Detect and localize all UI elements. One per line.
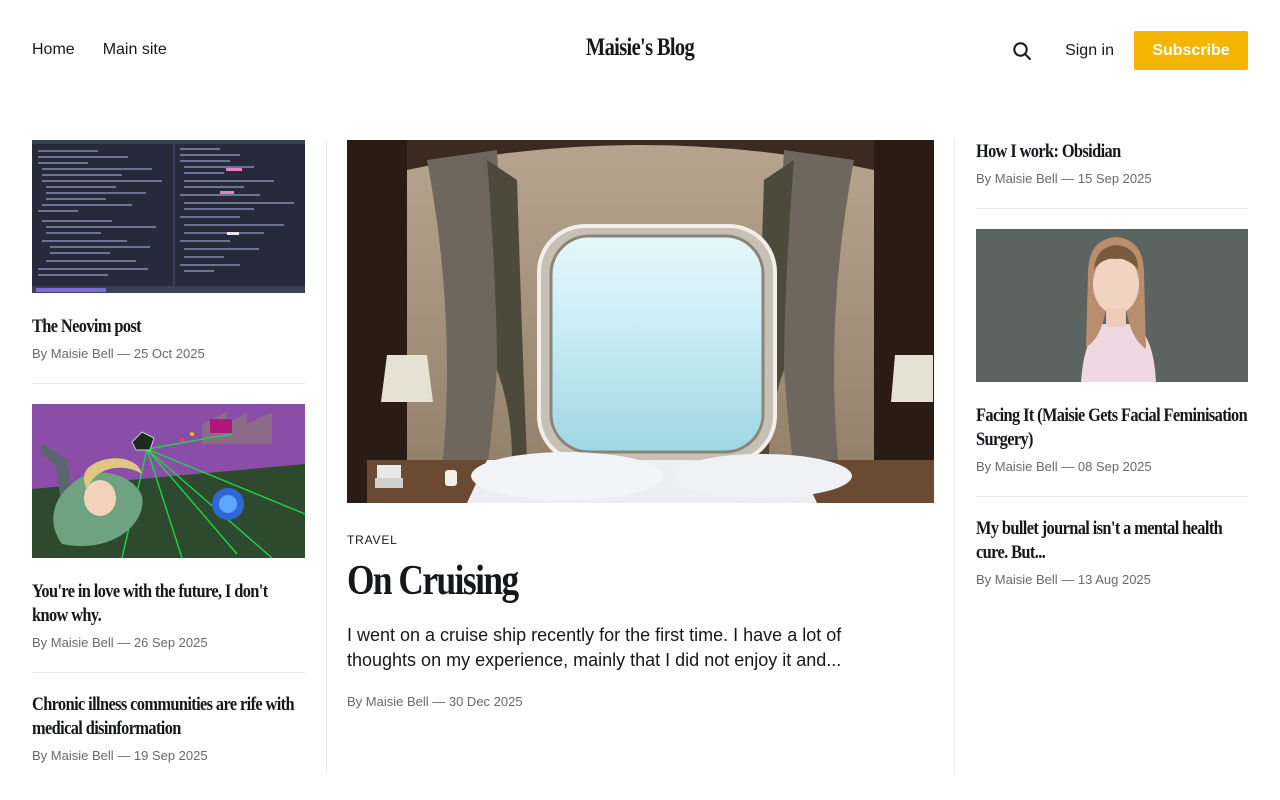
post-divider bbox=[976, 208, 1248, 209]
post-card[interactable]: Chronic illness communities are rife wit… bbox=[32, 693, 305, 765]
post-divider bbox=[976, 496, 1248, 497]
featured-meta: By Maisie Bell — 30 Dec 2025 bbox=[347, 694, 523, 709]
subscribe-button[interactable]: Subscribe bbox=[1134, 31, 1248, 70]
post-title[interactable]: Chronic illness communities are rife wit… bbox=[32, 693, 305, 741]
search-button[interactable] bbox=[1011, 40, 1033, 62]
site-header: Home Main site Maisie's Blog Sign in Sub… bbox=[0, 0, 1280, 100]
post-image-neovim[interactable] bbox=[32, 140, 305, 293]
post-card[interactable]: My bullet journal isn't a mental health … bbox=[976, 517, 1248, 589]
post-title[interactable]: My bullet journal isn't a mental health … bbox=[976, 517, 1249, 565]
post-divider bbox=[32, 672, 305, 673]
post-card[interactable]: The Neovim post By Maisie Bell — 25 Oct … bbox=[32, 140, 305, 363]
post-card[interactable]: How I work: Obsidian By Maisie Bell — 15… bbox=[976, 140, 1248, 188]
post-title[interactable]: The Neovim post bbox=[32, 315, 142, 339]
post-meta: By Maisie Bell — 26 Sep 2025 bbox=[32, 635, 208, 650]
site-title[interactable]: Maisie's Blog bbox=[586, 34, 695, 62]
post-meta: By Maisie Bell — 25 Oct 2025 bbox=[32, 346, 205, 361]
post-image-future[interactable] bbox=[32, 404, 305, 558]
right-post-column: How I work: Obsidian By Maisie Bell — 15… bbox=[976, 140, 1248, 589]
site-logo[interactable]: Maisie's Blog bbox=[115, 34, 1165, 62]
left-post-column: The Neovim post By Maisie Bell — 25 Oct … bbox=[32, 140, 305, 765]
search-icon bbox=[1013, 41, 1032, 60]
post-category-tag[interactable]: TRAVEL bbox=[347, 533, 934, 547]
post-title[interactable]: You're in love with the future, I don't … bbox=[32, 580, 305, 628]
sign-in-link[interactable]: Sign in bbox=[1065, 42, 1114, 60]
post-meta: By Maisie Bell — 19 Sep 2025 bbox=[32, 748, 208, 763]
nav-home-link[interactable]: Home bbox=[32, 38, 75, 62]
post-image-facing-it[interactable] bbox=[976, 229, 1248, 382]
featured-excerpt: I went on a cruise ship recently for the… bbox=[347, 625, 842, 670]
post-meta: By Maisie Bell — 08 Sep 2025 bbox=[976, 459, 1152, 474]
post-meta: By Maisie Bell — 15 Sep 2025 bbox=[976, 171, 1152, 186]
column-divider bbox=[326, 140, 327, 774]
post-card[interactable]: You're in love with the future, I don't … bbox=[32, 404, 305, 652]
post-divider bbox=[32, 383, 305, 384]
post-title[interactable]: Facing It (Maisie Gets Facial Feminisati… bbox=[976, 404, 1249, 452]
post-title[interactable]: How I work: Obsidian bbox=[976, 140, 1121, 164]
featured-image[interactable] bbox=[347, 140, 934, 503]
column-divider bbox=[954, 140, 955, 774]
header-actions: Sign in Subscribe bbox=[1011, 31, 1248, 70]
post-meta: By Maisie Bell — 13 Aug 2025 bbox=[976, 572, 1151, 587]
post-card[interactable]: Facing It (Maisie Gets Facial Feminisati… bbox=[976, 229, 1248, 476]
featured-post[interactable]: TRAVEL On Cruising I went on a cruise sh… bbox=[347, 140, 934, 711]
featured-title[interactable]: On Cruising bbox=[347, 557, 519, 605]
